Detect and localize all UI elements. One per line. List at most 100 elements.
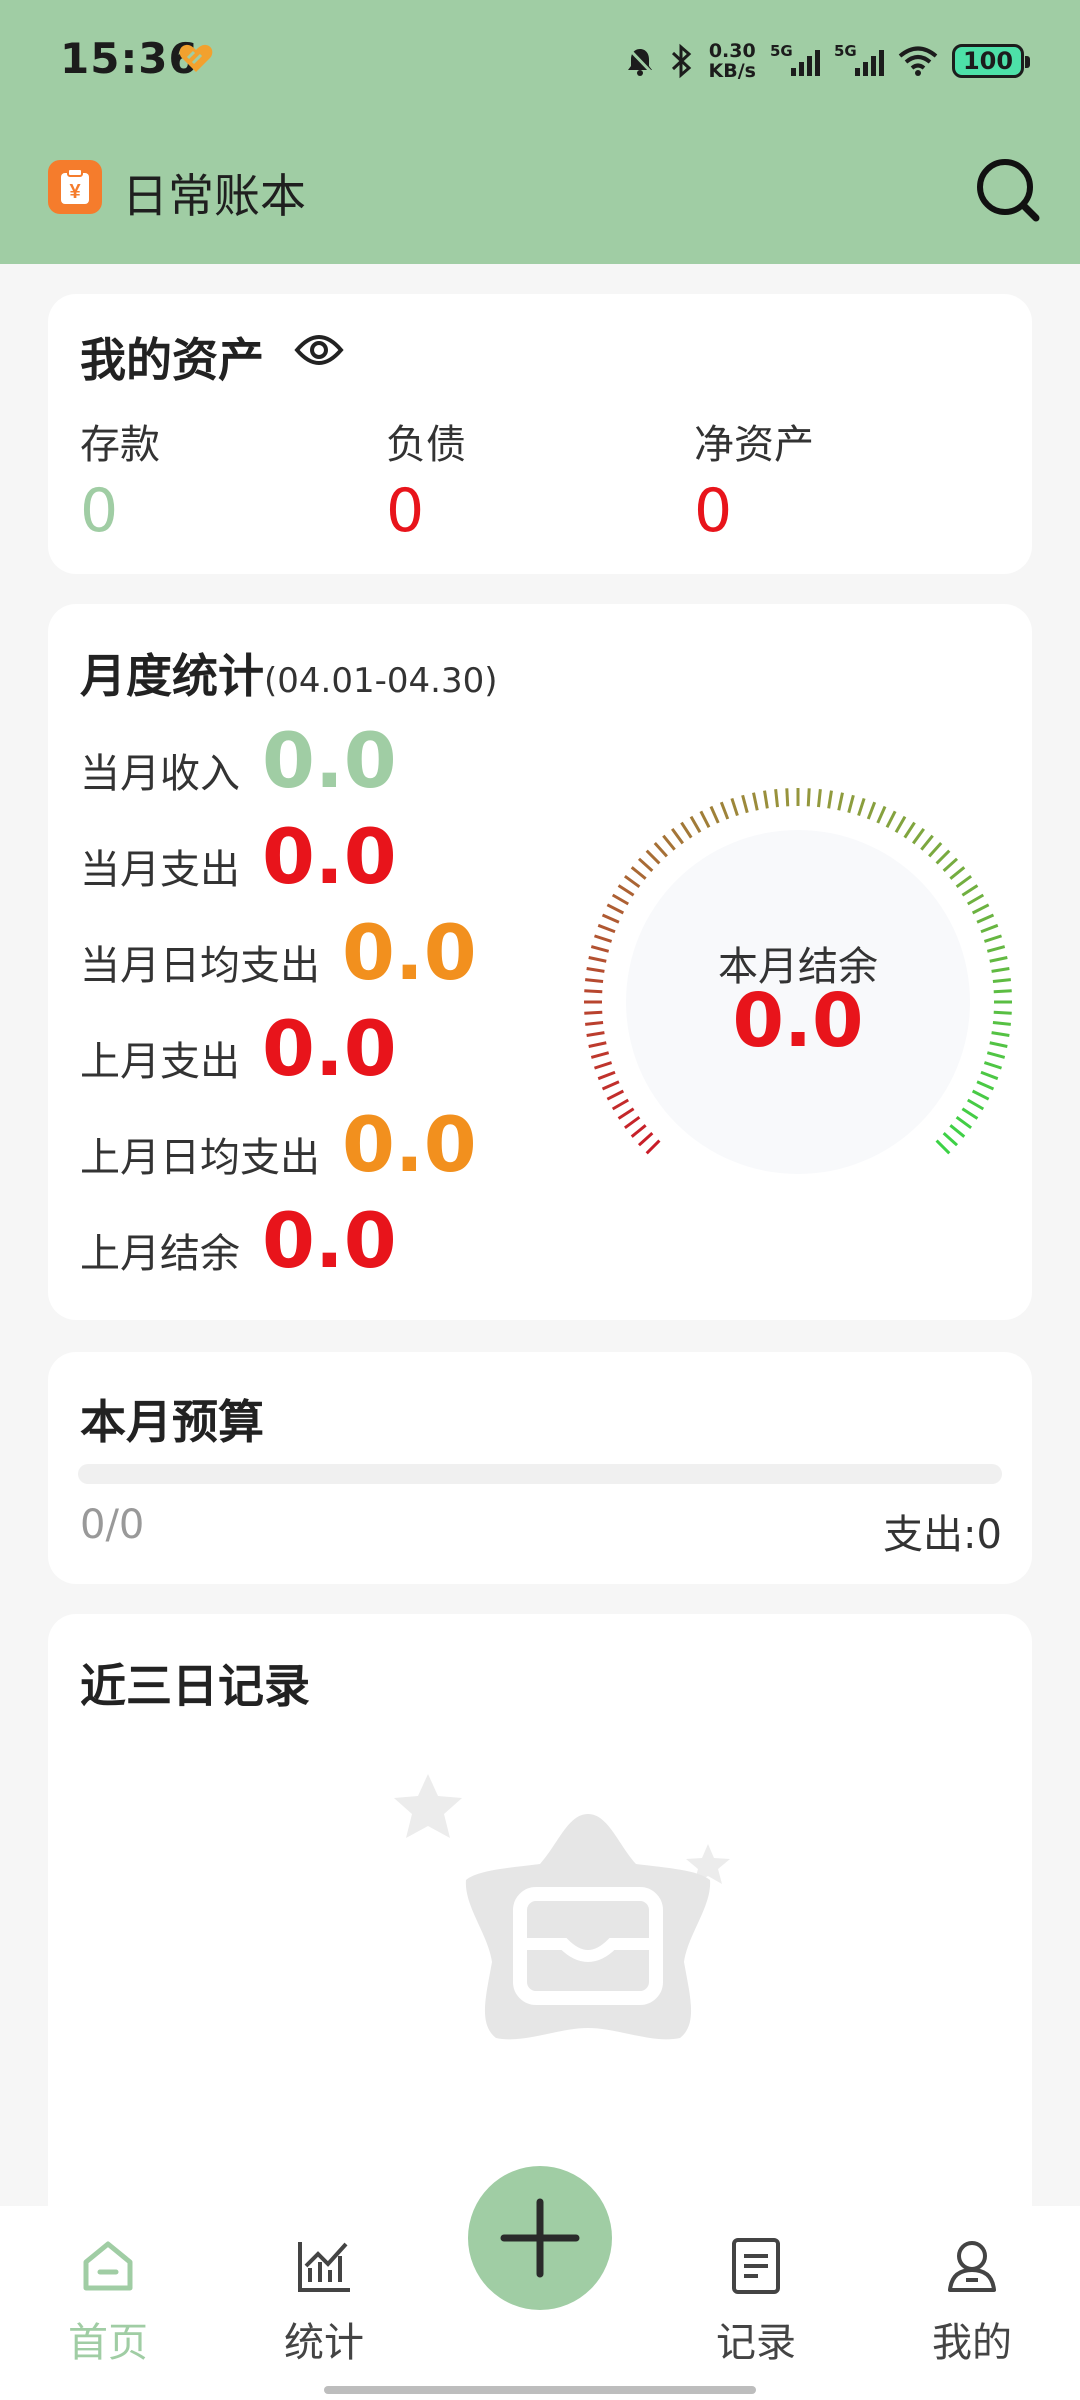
tab-stats[interactable]: 统计 <box>264 2236 384 2368</box>
gauge-tick <box>597 1070 616 1081</box>
search-button[interactable] <box>972 154 1044 226</box>
asset-net-label: 净资产 <box>694 422 814 468</box>
gauge-tick <box>837 792 844 811</box>
eye-icon[interactable] <box>294 330 344 370</box>
gauge-tick <box>671 827 685 845</box>
gauge-tick <box>942 1132 959 1147</box>
gauge-tick <box>611 1098 630 1111</box>
asset-debt-value: 0 <box>386 476 425 546</box>
sim2-label: 5G <box>834 42 857 60</box>
gauge-tick <box>645 849 661 865</box>
gauge-tick <box>827 790 833 809</box>
net-speed: 0.30 KB/s <box>709 41 756 81</box>
empty-inbox-icon <box>394 1774 730 2040</box>
balance-gauge: 本月结余 0.0 <box>578 782 1018 1222</box>
gauge-tick <box>601 913 620 924</box>
gauge-tick <box>976 913 995 924</box>
tab-records[interactable]: 记录 <box>696 2236 816 2368</box>
home-icon <box>83 2241 133 2291</box>
gauge-tick <box>866 801 877 820</box>
gauge-value: 0.0 <box>732 978 864 1064</box>
stat-label: 当月日均支出 <box>80 943 320 989</box>
add-record-button[interactable] <box>468 2166 612 2310</box>
gauge-tick <box>630 1124 647 1138</box>
gauge-tick <box>763 790 769 809</box>
gauge-tick <box>606 1089 625 1101</box>
asset-deposit-label: 存款 <box>80 422 160 468</box>
gauge-tick <box>920 834 934 851</box>
gauge-tick <box>709 805 720 824</box>
tab-profile[interactable]: 我的 <box>912 2236 1032 2368</box>
status-bar: 15:36 0.30 KB/s 5G 5G 100 <box>0 0 1080 120</box>
bluetooth-icon <box>671 43 691 79</box>
gauge-tick <box>806 788 811 807</box>
gauge-tick <box>611 893 630 906</box>
stat-row-last-month-expense: 上月支出 0.0 <box>80 1004 397 1093</box>
app-title: 日常账本 <box>122 169 306 223</box>
net-speed-unit: KB/s <box>708 60 756 82</box>
gauge-tick <box>730 798 739 817</box>
stat-value: 0.0 <box>342 1100 477 1189</box>
gauge-tick <box>876 805 887 824</box>
sim1-label: 5G <box>770 42 793 60</box>
stat-value: 0.0 <box>262 1196 397 1285</box>
gauge-tick <box>976 1080 995 1091</box>
stat-label: 上月支出 <box>80 1039 240 1085</box>
gauge-tick <box>935 849 951 865</box>
asset-net: 净资产 0 <box>694 412 814 546</box>
status-icons: 0.30 KB/s 5G 5G 100 <box>625 36 1030 86</box>
gauge-tick <box>949 866 966 880</box>
stat-value: 0.0 <box>262 812 397 901</box>
gauge-tick <box>617 1107 635 1120</box>
gauge-tick <box>785 788 790 807</box>
budget-progress <box>78 1464 1002 1484</box>
recent-title: 近三日记录 <box>80 1659 310 1713</box>
stat-row-last-month-daily-expense: 上月日均支出 0.0 <box>80 1100 477 1189</box>
signal-icon: 5G <box>770 42 820 80</box>
plus-icon <box>500 2198 580 2278</box>
gauge-tick <box>617 884 635 897</box>
gauge-tick <box>689 815 702 834</box>
gauge-tick <box>774 789 780 808</box>
gauge-tick <box>971 1089 990 1101</box>
gauge-tick <box>942 857 959 872</box>
asset-deposit-value: 0 <box>80 476 119 546</box>
budget-title: 本月预算 <box>80 1395 264 1449</box>
alarm-muted-icon <box>627 47 653 76</box>
gauge-tick <box>623 1115 641 1129</box>
gauge-tick <box>935 1139 951 1155</box>
gauge-tick <box>966 893 985 906</box>
gauge-tick <box>857 798 866 817</box>
stat-row-last-month-balance: 上月结余 0.0 <box>80 1196 397 1285</box>
gauge-tick <box>741 794 749 814</box>
stat-row-month-daily-expense: 当月日均支出 0.0 <box>80 908 477 997</box>
tab-records-label: 记录 <box>716 2320 796 2366</box>
app-logo-icon: ¥ <box>48 160 102 214</box>
budget-card[interactable]: 本月预算 0/0 支出:0 <box>48 1352 1032 1584</box>
logo-symbol: ¥ <box>69 181 81 203</box>
gauge-tick <box>816 789 822 808</box>
wifi-icon <box>898 46 938 76</box>
stat-value: 0.0 <box>262 716 397 805</box>
stat-label: 当月支出 <box>80 847 240 893</box>
monthly-range: (04.01-04.30) <box>264 661 498 701</box>
asset-net-value: 0 <box>694 476 733 546</box>
stat-value: 0.0 <box>342 908 477 997</box>
monthly-title: 月度统计(04.01-04.30) <box>80 640 497 706</box>
gauge-tick <box>847 794 855 814</box>
gauge-tick <box>637 1132 654 1147</box>
tab-home[interactable]: 首页 <box>48 2236 168 2368</box>
gauge-tick <box>885 810 897 829</box>
profile-icon <box>948 2241 996 2292</box>
stat-label: 上月结余 <box>80 1231 240 1277</box>
gauge-tick <box>928 841 943 858</box>
gauge-tick <box>719 801 730 820</box>
gauge-tick <box>662 834 676 851</box>
gauge-tick <box>752 792 759 811</box>
assets-title: 我的资产 <box>80 333 264 387</box>
search-icon <box>977 159 1040 222</box>
tab-profile-label: 我的 <box>932 2320 1012 2366</box>
signal-icon-2: 5G <box>834 42 884 80</box>
gauge-tick <box>630 866 647 880</box>
assets-card: 我的资产 存款 0 负债 0 净资产 0 <box>48 294 1032 574</box>
